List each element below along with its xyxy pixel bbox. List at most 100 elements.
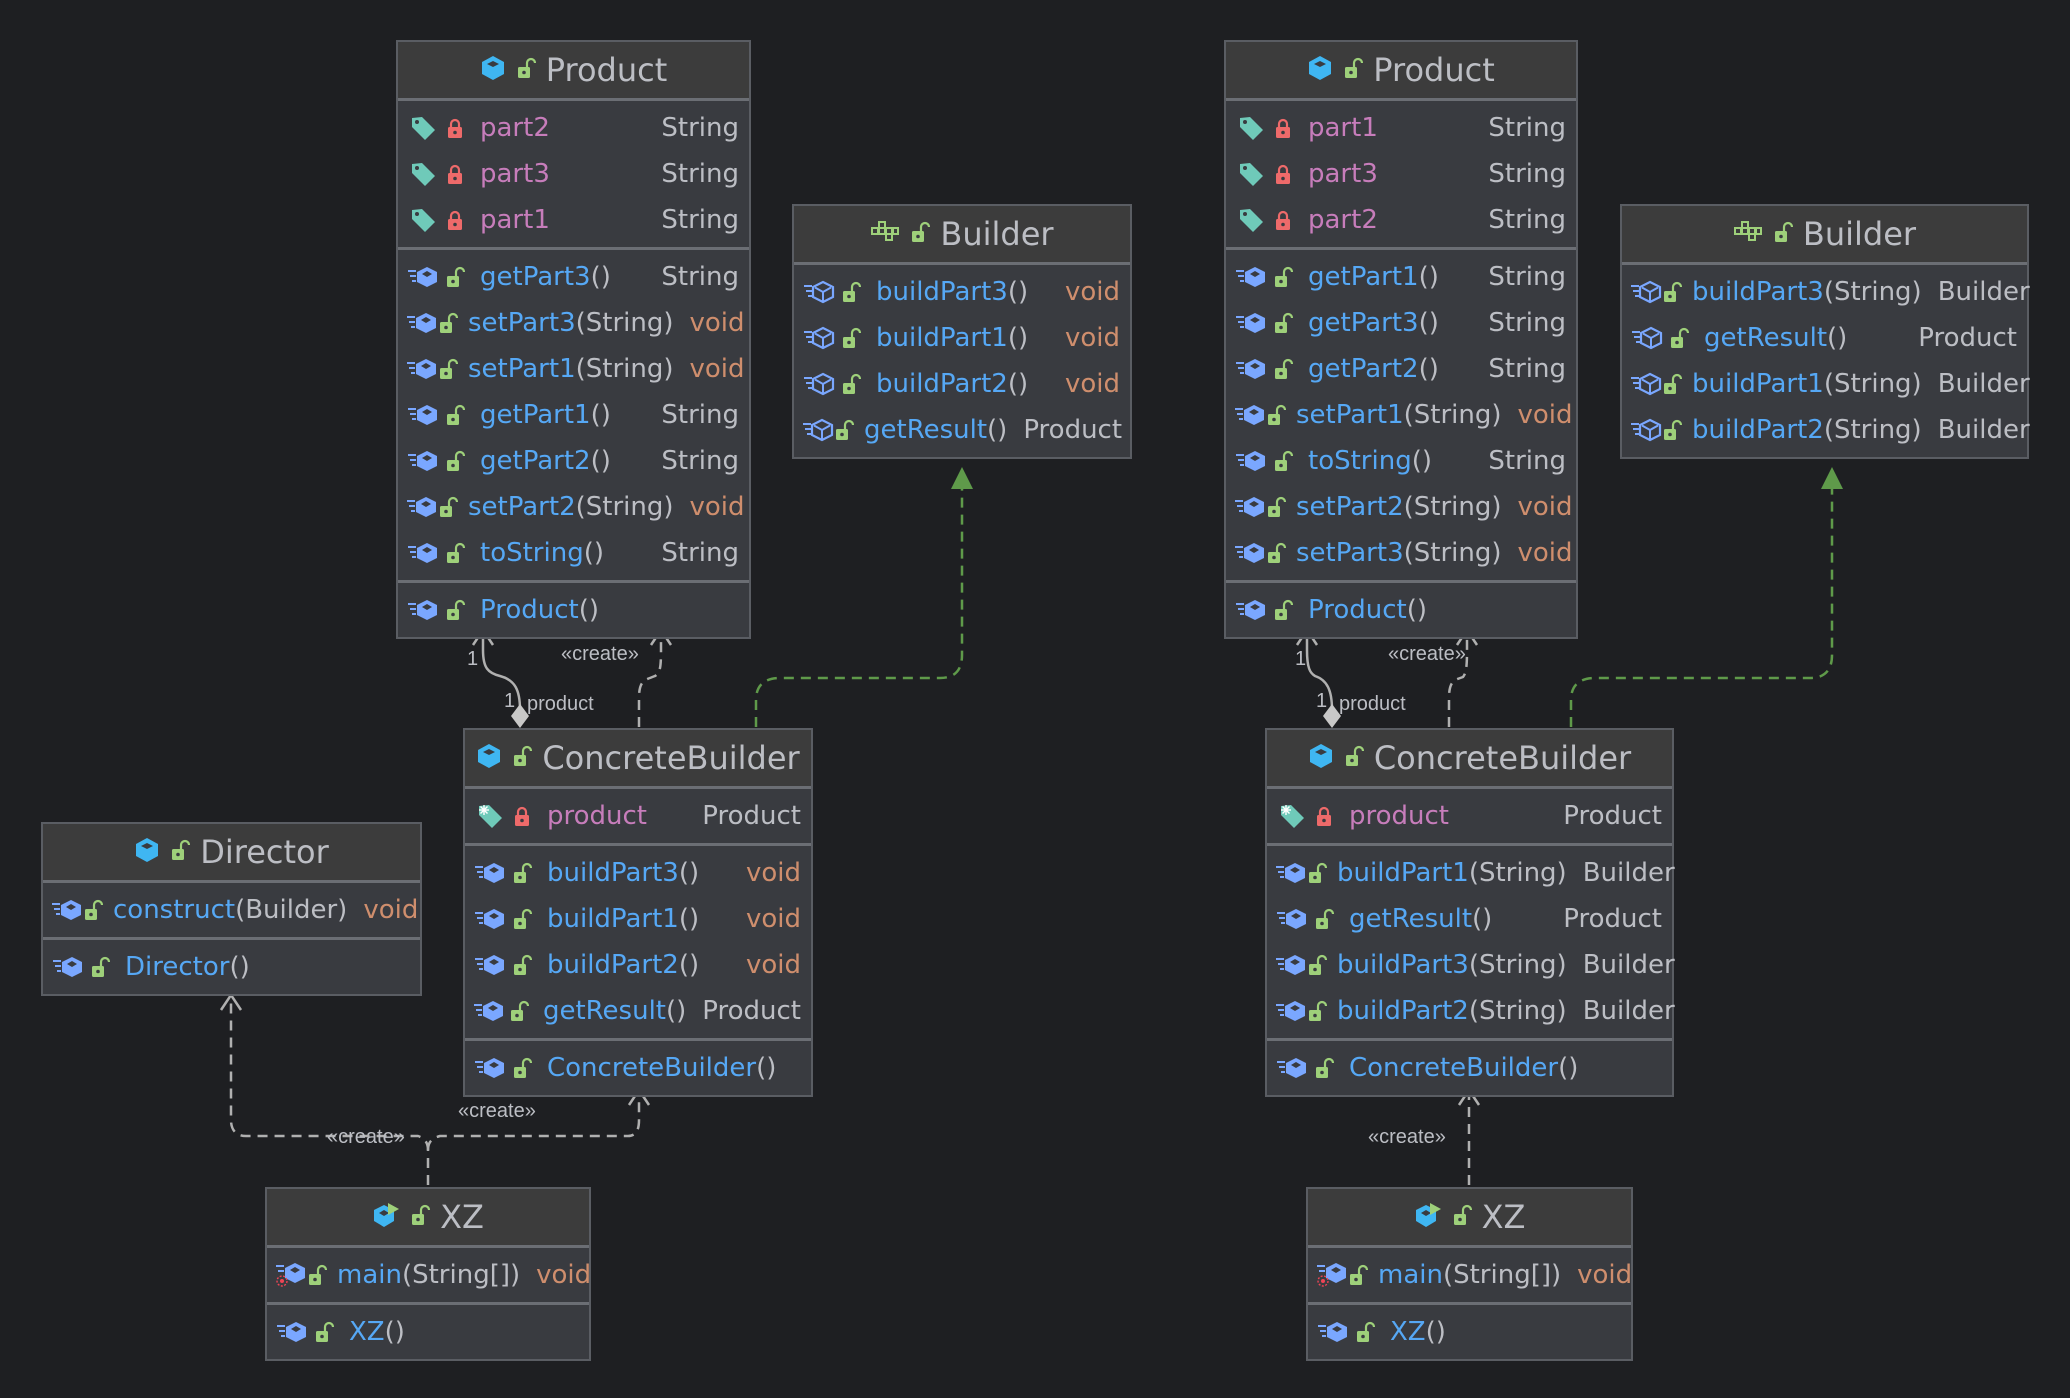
- multiplicity-label: 1: [1295, 648, 1307, 670]
- constructor-row[interactable]: Product(): [1226, 587, 1576, 633]
- class-header[interactable]: Director: [43, 824, 420, 883]
- constructor-section: XZ(): [267, 1305, 589, 1359]
- field-row[interactable]: part1 String: [398, 197, 749, 243]
- method-row[interactable]: getResult() Product: [1267, 896, 1672, 942]
- class-header[interactable]: Builder: [1622, 206, 2027, 265]
- method-row[interactable]: getResult() Product: [465, 988, 811, 1034]
- method-row[interactable]: setPart1 (String) void: [1226, 392, 1576, 438]
- class-director[interactable]: Director construct (Builder) void Director(): [41, 822, 422, 996]
- method-row[interactable]: setPart1 (String) void: [398, 346, 749, 392]
- method-row[interactable]: construct (Builder) void: [43, 887, 420, 933]
- field-row[interactable]: product Product: [465, 793, 811, 839]
- unlock-icon: [309, 1317, 339, 1347]
- create-label: «create»: [458, 1100, 536, 1122]
- method-args: (String): [1468, 996, 1567, 1026]
- class-product-left[interactable]: Product part2 String part3 String part1 String…: [396, 40, 751, 639]
- method-row[interactable]: buildPart1 (String) Builder: [1622, 361, 2030, 407]
- field-row[interactable]: part3 String: [1226, 151, 1576, 197]
- method-row[interactable]: main (String[]) void: [1308, 1252, 1632, 1298]
- method-row[interactable]: setPart3 (String) void: [398, 300, 749, 346]
- method-args: (): [756, 1053, 777, 1083]
- class-header[interactable]: Product: [1226, 42, 1576, 101]
- method-args: (): [1418, 354, 1439, 384]
- method-row[interactable]: buildPart3 (String) Builder: [1622, 269, 2030, 315]
- class-header[interactable]: ConcreteBuilder: [1267, 730, 1672, 789]
- constructor-row[interactable]: Product(): [398, 587, 749, 633]
- class-xz-left[interactable]: XZ main (String[]) void XZ(): [265, 1187, 591, 1361]
- unlock-icon: [1662, 277, 1682, 307]
- method-section: main (String[]) void: [1308, 1248, 1632, 1305]
- class-header[interactable]: Builder: [794, 206, 1130, 265]
- unlock-icon: [1343, 57, 1364, 83]
- method-row[interactable]: getPart1() String: [1226, 254, 1576, 300]
- field-row[interactable]: part2 String: [398, 105, 749, 151]
- class-header[interactable]: XZ: [1308, 1189, 1631, 1248]
- class-product-right[interactable]: Product part1 String part3 String part2 String…: [1224, 40, 1578, 639]
- method-row[interactable]: getPart1() String: [398, 392, 749, 438]
- interface-builder-right[interactable]: Builder buildPart3 (String) Builder getResul…: [1620, 204, 2030, 459]
- multiplicity-label: 1: [1316, 690, 1328, 712]
- method-row[interactable]: setPart3 (String) void: [1226, 530, 1576, 576]
- unlock-icon: [1266, 492, 1286, 522]
- constructor-row[interactable]: XZ(): [1308, 1309, 1631, 1355]
- constructor-row[interactable]: XZ(): [267, 1309, 589, 1355]
- method-row[interactable]: getPart3() String: [1226, 300, 1576, 346]
- field-name: product: [1349, 801, 1450, 831]
- method-name: buildPart2: [1337, 996, 1469, 1026]
- class-icon: [1308, 742, 1334, 774]
- class-xz-right[interactable]: XZ main (String[]) void XZ(): [1306, 1187, 1633, 1361]
- field-row[interactable]: product Product: [1267, 793, 1672, 839]
- method-row[interactable]: getResult() Product: [794, 407, 1130, 453]
- method-row[interactable]: buildPart3() void: [465, 850, 811, 896]
- unlock-icon: [1664, 323, 1694, 353]
- constructor-row[interactable]: Director(): [43, 944, 420, 990]
- class-header[interactable]: Product: [398, 42, 749, 101]
- class-header[interactable]: ConcreteBuilder: [465, 730, 811, 789]
- class-header[interactable]: XZ: [267, 1189, 589, 1248]
- method-row[interactable]: buildPart1 (String) Builder: [1267, 850, 1675, 896]
- interface-builder-left[interactable]: Builder buildPart3() void buildPart1() void b…: [792, 204, 1132, 459]
- return-type: Product: [1563, 904, 1662, 934]
- method-row[interactable]: setPart2 (String) void: [398, 484, 749, 530]
- return-type: void: [1517, 538, 1573, 568]
- method-row[interactable]: getPart3() String: [398, 254, 749, 300]
- method-row[interactable]: buildPart2 (String) Builder: [1267, 988, 1675, 1034]
- method-icon: [473, 996, 505, 1026]
- method-row[interactable]: getPart2() String: [398, 438, 749, 484]
- method-row[interactable]: toString() String: [398, 530, 749, 576]
- field-row[interactable]: part2 String: [1226, 197, 1576, 243]
- return-type: Builder: [1937, 415, 2030, 445]
- method-icon: [1234, 595, 1268, 625]
- field-row[interactable]: part1 String: [1226, 105, 1576, 151]
- method-row[interactable]: getPart2() String: [1226, 346, 1576, 392]
- abstract-method-icon: [1630, 277, 1662, 307]
- method-row[interactable]: buildPart3 (String) Builder: [1267, 942, 1675, 988]
- method-row[interactable]: buildPart1() void: [465, 896, 811, 942]
- constructor-row[interactable]: ConcreteBuilder(): [465, 1045, 811, 1091]
- unlock-icon: [836, 277, 866, 307]
- method-icon: [406, 262, 440, 292]
- method-row[interactable]: buildPart2 (String) Builder: [1622, 407, 2030, 453]
- method-row[interactable]: buildPart3() void: [794, 269, 1130, 315]
- method-args: (): [665, 996, 687, 1026]
- class-concrete-builder-left[interactable]: ConcreteBuilder product Product buildPart3(…: [463, 728, 813, 1097]
- method-row[interactable]: buildPart2() void: [465, 942, 811, 988]
- method-icon: [51, 952, 85, 982]
- method-icon: [406, 308, 438, 338]
- method-row[interactable]: setPart2 (String) void: [1226, 484, 1576, 530]
- method-row[interactable]: buildPart1() void: [794, 315, 1130, 361]
- constructor-row[interactable]: ConcreteBuilder(): [1267, 1045, 1672, 1091]
- method-row[interactable]: getResult() Product: [1622, 315, 2027, 361]
- class-concrete-builder-right[interactable]: ConcreteBuilder product Product buildPart1(…: [1265, 728, 1675, 1097]
- unlock-icon: [440, 446, 470, 476]
- return-type: String: [661, 446, 739, 476]
- method-row[interactable]: main (String[]) void: [267, 1252, 591, 1298]
- create-label: «create»: [1368, 1126, 1446, 1148]
- unlock-icon: [516, 57, 536, 83]
- return-type: Builder: [1582, 858, 1675, 888]
- field-tag-icon: [406, 159, 440, 189]
- method-row[interactable]: buildPart2() void: [794, 361, 1130, 407]
- method-row[interactable]: toString() String: [1226, 438, 1576, 484]
- main-method-icon: [1316, 1260, 1348, 1290]
- field-row[interactable]: part3 String: [398, 151, 749, 197]
